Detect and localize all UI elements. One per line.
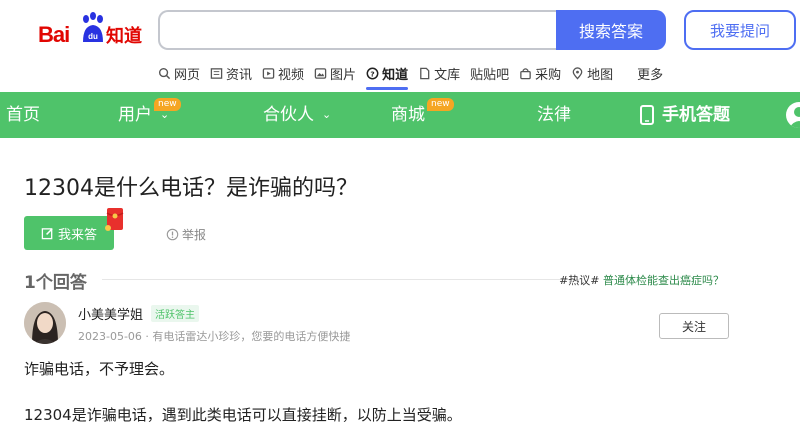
subnav-item-zhidao[interactable]: ? 知道 — [366, 62, 409, 90]
search-type-nav: 网页 资讯 视频 图片 ? 知道 文库 贴贴吧 采购 地图 更多 — [158, 62, 673, 90]
edit-icon — [41, 227, 53, 239]
search-input[interactable] — [160, 12, 558, 48]
subnav-label: 网页 — [174, 67, 201, 83]
subnav-label: 地图 — [587, 67, 614, 83]
red-packet-icon[interactable] — [104, 204, 126, 232]
hot-topic[interactable]: #热议# 普通体检能查出癌症吗？ — [559, 272, 724, 288]
answer-button-label: 我来答 — [57, 227, 97, 243]
nav-mobile-answer[interactable]: 手机答题 — [640, 92, 730, 138]
subnav-label: 知道 — [382, 67, 409, 83]
warning-icon — [166, 228, 179, 241]
image-icon — [314, 67, 327, 79]
answer-paragraph: 诈骗电话，不予理会。 — [24, 360, 175, 378]
question-title: 12304是什么电话？是诈骗的吗？ — [24, 176, 358, 201]
nav-law[interactable]: 法律 — [537, 92, 571, 138]
logo-text-bai: Bai — [38, 22, 70, 47]
nav-users[interactable]: 用户 new ⌄ — [118, 92, 181, 138]
search-icon — [158, 67, 171, 79]
author-name[interactable]: 小美美学姐 — [78, 304, 143, 323]
answer-count: 1个回答 — [24, 273, 87, 293]
subnav-item-more[interactable]: 更多 — [637, 62, 663, 84]
subnav-item-web[interactable]: 网页 — [158, 62, 200, 84]
doc-icon — [420, 67, 430, 79]
subnav-item-map[interactable]: 地图 — [571, 62, 613, 84]
new-badge: new — [154, 98, 181, 111]
answers-header: 1个回答 #热议# 普通体检能查出癌症吗？ — [24, 268, 776, 293]
nav-home-label: 首页 — [6, 105, 40, 125]
subnav-item-wenku[interactable]: 文库 — [418, 62, 460, 84]
nav-law-label: 法律 — [537, 105, 571, 125]
answer-button[interactable]: 我来答 — [24, 216, 114, 250]
subnav-label: 图片 — [330, 67, 357, 83]
subnav-item-image[interactable]: 图片 — [314, 62, 356, 84]
baidu-zhidao-logo[interactable]: Bai du 知道 — [38, 12, 148, 48]
news-icon — [210, 67, 223, 79]
search-box — [158, 10, 558, 50]
author-avatar[interactable] — [24, 302, 66, 344]
nav-users-label: 用户 — [118, 105, 152, 125]
phone-icon — [640, 105, 654, 125]
active-answerer-badge: 活跃答主 — [151, 305, 200, 322]
hot-topic-prefix: #热议# — [559, 274, 600, 287]
subnav-label: 更多 — [637, 67, 664, 83]
map-pin-icon — [572, 66, 583, 80]
hot-topic-link: 普通体检能查出癌症吗？ — [603, 274, 724, 287]
subnav-item-tieba[interactable]: 贴贴吧 — [470, 62, 509, 84]
subnav-item-news[interactable]: 资讯 — [210, 62, 252, 84]
svg-text:du: du — [88, 32, 98, 41]
report-link[interactable]: 举报 — [166, 226, 206, 243]
nav-mall[interactable]: 商城 new — [391, 92, 454, 138]
nav-partners-label: 合伙人 — [263, 105, 314, 125]
subnav-label: 贴贴吧 — [470, 67, 510, 83]
nav-mall-label: 商城 — [391, 105, 425, 125]
ask-question-button[interactable]: 我要提问 — [684, 10, 796, 50]
answer-paragraph: 12304是诈骗电话，遇到此类电话可以直接挂断，以防上当受骗。 — [24, 406, 462, 424]
subnav-label: 视频 — [278, 67, 305, 83]
baidu-paw-icon: du — [83, 12, 103, 42]
chevron-down-icon: ⌄ — [322, 108, 332, 121]
subnav-item-purchase[interactable]: 采购 — [519, 62, 561, 84]
video-icon — [262, 67, 275, 79]
subnav-item-video[interactable]: 视频 — [262, 62, 304, 84]
header: Bai du 知道 搜索答案 我要提问 网页 资讯 视频 图片 ? 知道 文库 … — [0, 0, 800, 92]
user-avatar-icon[interactable] — [786, 102, 800, 128]
question-icon: ? — [366, 67, 379, 79]
cart-icon — [520, 67, 531, 79]
main-nav-bar: 首页 用户 new ⌄ 合伙人 ⌄ 商城 new 法律 手机答题 — [0, 92, 800, 138]
nav-mobile-label: 手机答题 — [662, 105, 730, 125]
nav-partners[interactable]: 合伙人 ⌄ — [263, 92, 331, 138]
new-badge: new — [427, 98, 454, 111]
subnav-label: 采购 — [535, 67, 562, 83]
report-label: 举报 — [182, 228, 207, 242]
svg-text:?: ? — [370, 69, 374, 78]
subnav-label: 资讯 — [226, 67, 253, 83]
logo-text-zhidao: 知道 — [106, 26, 142, 47]
answer-meta: 2023-05-06 · 有电话雷达小珍珍，您要的电话方便快捷 — [78, 330, 351, 343]
subnav-label: 文库 — [434, 67, 461, 83]
nav-home[interactable]: 首页 — [6, 92, 40, 138]
follow-button[interactable]: 关注 — [659, 313, 729, 339]
search-button[interactable]: 搜索答案 — [556, 10, 666, 50]
author-info: 小美美学姐 活跃答主 — [78, 304, 200, 323]
divider — [102, 279, 582, 280]
